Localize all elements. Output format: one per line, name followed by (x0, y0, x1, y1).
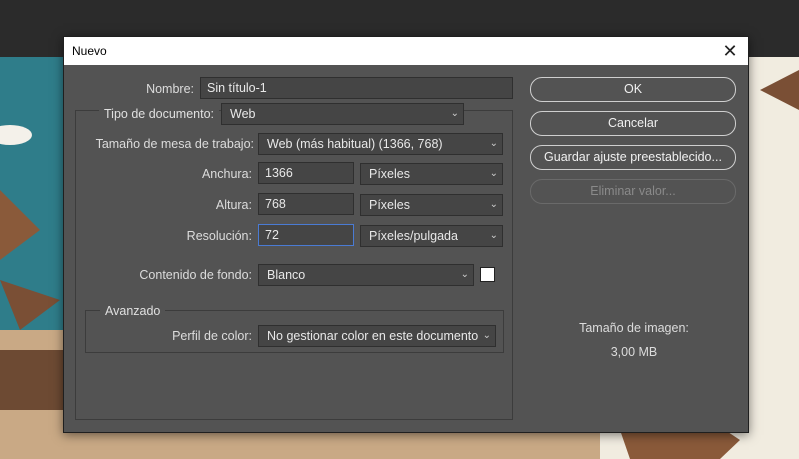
chevron-down-icon: ⌄ (489, 168, 498, 179)
tipo-label: Tipo de documento: (99, 107, 220, 121)
perfil-value: No gestionar color en este documento (267, 329, 479, 343)
tipo-value: Web (230, 107, 256, 121)
cancel-button[interactable]: Cancelar (530, 111, 736, 136)
contenido-value: Blanco (267, 268, 306, 282)
chevron-down-icon: ⌄ (489, 138, 498, 149)
tipo-select[interactable]: Web ⌄ (221, 103, 464, 125)
anchura-unit-select[interactable]: Píxeles ⌄ (360, 163, 503, 185)
background-color-swatch[interactable] (480, 267, 495, 282)
perfil-label: Perfil de color: (172, 329, 252, 343)
perfil-select[interactable]: No gestionar color en este documento ⌄ (258, 325, 496, 347)
contenido-label: Contenido de fondo: (139, 268, 252, 282)
resolucion-unit-value: Píxeles/pulgada (369, 229, 458, 243)
nombre-input[interactable]: Sin título-1 (200, 77, 513, 99)
close-icon[interactable]: ✕ (716, 39, 744, 63)
resolucion-label: Resolución: (186, 229, 252, 243)
resolucion-unit-select[interactable]: Píxeles/pulgada ⌄ (360, 225, 503, 247)
chevron-down-icon: ⌄ (460, 269, 469, 280)
chevron-down-icon: ⌄ (489, 199, 498, 210)
tamano-select[interactable]: Web (más habitual) (1366, 768) ⌄ (258, 133, 503, 155)
contenido-select[interactable]: Blanco ⌄ (258, 264, 474, 286)
altura-unit-select[interactable]: Píxeles ⌄ (360, 194, 503, 216)
tamano-label: Tamaño de mesa de trabajo: (95, 137, 254, 151)
tamano-value: Web (más habitual) (1366, 768) (267, 137, 443, 151)
ok-button[interactable]: OK (530, 77, 736, 102)
nombre-label: Nombre: (146, 82, 194, 96)
anchura-input[interactable]: 1366 (258, 162, 354, 184)
chevron-down-icon: ⌄ (450, 108, 459, 119)
delete-preset-button[interactable]: Eliminar valor... (530, 179, 736, 204)
resolucion-input[interactable]: 72 (258, 224, 354, 246)
anchura-unit-value: Píxeles (369, 167, 410, 181)
dialog-titlebar: Nuevo ✕ (64, 37, 748, 65)
altura-label: Altura: (215, 198, 252, 212)
anchura-label: Anchura: (201, 167, 252, 181)
image-size-label: Tamaño de imagen: (579, 321, 689, 335)
new-document-dialog: Nuevo ✕ Nombre: Sin título-1 Tipo de doc… (63, 36, 749, 433)
save-preset-button[interactable]: Guardar ajuste preestablecido... (530, 145, 736, 170)
dialog-title: Nuevo (72, 44, 107, 58)
avanzado-title: Avanzado (100, 304, 166, 318)
altura-input[interactable]: 768 (258, 193, 354, 215)
chevron-down-icon: ⌄ (482, 330, 491, 341)
chevron-down-icon: ⌄ (489, 230, 498, 241)
image-size-value: 3,00 MB (610, 345, 658, 359)
altura-unit-value: Píxeles (369, 198, 410, 212)
